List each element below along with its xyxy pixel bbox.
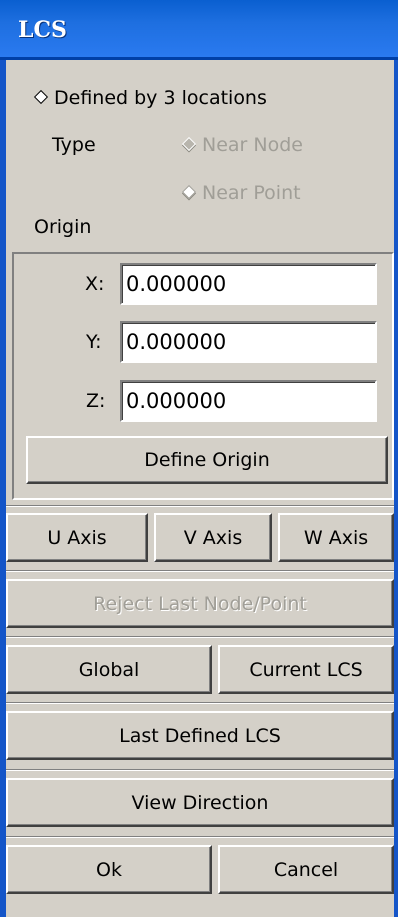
current-lcs-button[interactable]: Current LCS bbox=[218, 645, 394, 694]
type-label: Type bbox=[52, 134, 96, 156]
type-option-near-point[interactable]: Near Point bbox=[181, 182, 301, 204]
window-title: LCS bbox=[18, 17, 67, 43]
separator bbox=[6, 769, 394, 771]
near-node-label: Near Node bbox=[202, 134, 303, 156]
title-bar[interactable]: LCS bbox=[0, 0, 398, 60]
window-frame-right bbox=[394, 60, 398, 917]
separator bbox=[6, 570, 394, 572]
near-point-label: Near Point bbox=[202, 182, 301, 204]
radio-diamond-icon bbox=[181, 184, 197, 200]
last-defined-lcs-button[interactable]: Last Defined LCS bbox=[6, 711, 394, 760]
v-axis-button[interactable]: V Axis bbox=[154, 513, 272, 562]
view-direction-button[interactable]: View Direction bbox=[6, 778, 394, 827]
reject-last-button[interactable]: Reject Last Node/Point bbox=[6, 579, 394, 628]
origin-y-field[interactable]: 0.000000 bbox=[120, 321, 377, 363]
separator bbox=[6, 836, 394, 838]
origin-label: Origin bbox=[34, 216, 92, 238]
separator bbox=[6, 702, 394, 704]
type-option-near-node[interactable]: Near Node bbox=[181, 134, 303, 156]
z-label: Z: bbox=[86, 390, 106, 412]
origin-x-field[interactable]: 0.000000 bbox=[120, 263, 377, 305]
u-axis-button[interactable]: U Axis bbox=[6, 513, 148, 562]
separator bbox=[6, 636, 394, 638]
origin-z-field[interactable]: 0.000000 bbox=[120, 380, 377, 422]
method-radio[interactable]: Defined by 3 locations bbox=[33, 87, 267, 109]
define-origin-button[interactable]: Define Origin bbox=[26, 436, 388, 484]
separator bbox=[6, 505, 394, 507]
radio-diamond-filled-icon bbox=[181, 136, 197, 152]
method-radio-label: Defined by 3 locations bbox=[54, 87, 267, 109]
y-label: Y: bbox=[86, 331, 102, 353]
x-label: X: bbox=[85, 273, 105, 295]
global-button[interactable]: Global bbox=[6, 645, 212, 694]
cancel-button[interactable]: Cancel bbox=[218, 845, 394, 894]
w-axis-button[interactable]: W Axis bbox=[278, 513, 394, 562]
radio-diamond-icon bbox=[33, 89, 49, 105]
ok-button[interactable]: Ok bbox=[6, 845, 212, 894]
